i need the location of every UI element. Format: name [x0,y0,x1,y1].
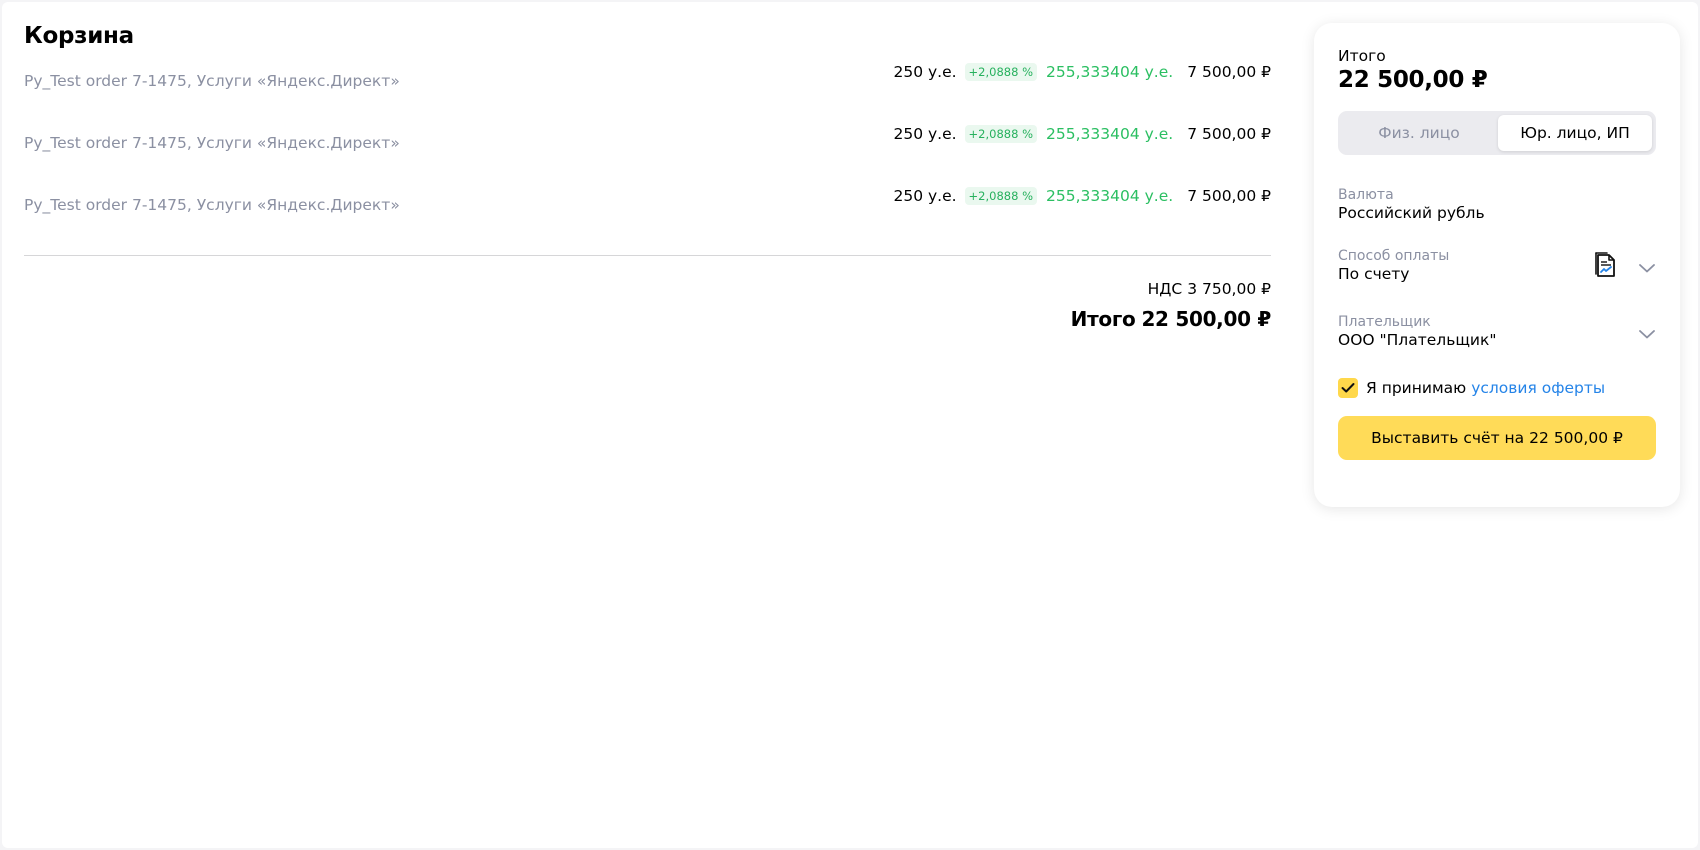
summary-label: Итого [1338,47,1386,65]
chevron-down-icon[interactable] [1638,262,1656,274]
cart-item: Py_Test order 7-1475, Услуги «Яндекс.Дир… [24,117,1271,179]
page-title: Корзина [24,23,134,49]
accept-text: Я принимаю [1366,379,1467,397]
item-name: Py_Test order 7-1475, Услуги «Яндекс.Дир… [24,134,400,152]
submit-label: Выставить счёт на [1371,429,1525,447]
payer-value: ООО "Плательщик" [1338,331,1497,349]
bonus-badge: +2,0888 % [964,187,1038,205]
grand-total: Итого 22 500,00 ₽ [24,307,1272,331]
invoice-document-icon [1595,252,1615,277]
divider [24,255,1271,256]
bonus-badge: +2,0888 % [964,63,1038,81]
payer-select[interactable]: Плательщик ООО "Плательщик" [1338,314,1656,354]
item-price: 7 500,00 ₽ [1187,125,1271,143]
item-price: 7 500,00 ₽ [1187,63,1271,81]
currency-label: Валюта [1338,187,1394,203]
cart-item: Py_Test order 7-1475, Услуги «Яндекс.Дир… [24,179,1271,241]
item-quantity: 250 у.е. [893,187,957,205]
submit-amount: 22 500,00 ₽ [1529,429,1623,447]
item-quantity: 250 у.е. [893,63,957,81]
offer-acceptance: Я принимаю условия оферты [1338,378,1656,398]
payer-type-individual[interactable]: Физ. лицо [1342,115,1496,151]
summary-value: 22 500,00 ₽ [1338,67,1488,93]
item-quantity-with-bonus: 255,333404 у.е. [1046,63,1174,81]
accept-checkbox[interactable] [1338,378,1358,398]
cart-totals: НДС 3 750,00 ₽ Итого 22 500,00 ₽ [24,278,1272,331]
item-amounts: 250 у.е. +2,0888 % 255,333404 у.е. 7 500… [893,125,1271,143]
payment-method-select[interactable]: Способ оплаты По счету [1338,248,1656,288]
checkout-panel-content: Итого 22 500,00 ₽ Физ. лицо Юр. лицо, ИП… [1338,47,1656,460]
item-name: Py_Test order 7-1475, Услуги «Яндекс.Дир… [24,196,400,214]
total-value: 22 500,00 ₽ [1141,307,1271,331]
page-frame: Корзина Py_Test order 7-1475, Услуги «Ян… [2,2,1698,848]
checkmark-icon [1341,383,1355,393]
item-quantity-with-bonus: 255,333404 у.е. [1046,125,1174,143]
vat-line: НДС 3 750,00 ₽ [24,278,1271,300]
vat-value: 3 750,00 ₽ [1187,280,1271,298]
currency-field: Валюта Российский рубль [1338,187,1656,222]
offer-terms-link[interactable]: условия оферты [1471,379,1605,397]
payer-type-switch: Физ. лицо Юр. лицо, ИП [1338,111,1656,155]
item-amounts: 250 у.е. +2,0888 % 255,333404 у.е. 7 500… [893,187,1271,205]
currency-value: Российский рубль [1338,204,1485,222]
checkout-panel: Итого 22 500,00 ₽ Физ. лицо Юр. лицо, ИП… [1314,23,1680,507]
bonus-badge: +2,0888 % [964,125,1038,143]
payer-label: Плательщик [1338,314,1431,330]
cart-items: Py_Test order 7-1475, Услуги «Яндекс.Дир… [24,55,1271,241]
issue-invoice-button[interactable]: Выставить счёт на 22 500,00 ₽ [1338,416,1656,460]
vat-label: НДС [1147,280,1183,298]
item-quantity-with-bonus: 255,333404 у.е. [1046,187,1174,205]
cart-item: Py_Test order 7-1475, Услуги «Яндекс.Дир… [24,55,1271,117]
item-quantity: 250 у.е. [893,125,957,143]
chevron-down-icon[interactable] [1638,328,1656,340]
cart-section: Корзина Py_Test order 7-1475, Услуги «Ян… [24,20,1271,331]
item-price: 7 500,00 ₽ [1187,187,1271,205]
item-name: Py_Test order 7-1475, Услуги «Яндекс.Дир… [24,72,400,90]
item-amounts: 250 у.е. +2,0888 % 255,333404 у.е. 7 500… [893,63,1271,81]
payer-type-legal-entity[interactable]: Юр. лицо, ИП [1498,115,1652,151]
total-label: Итого [1070,307,1136,331]
